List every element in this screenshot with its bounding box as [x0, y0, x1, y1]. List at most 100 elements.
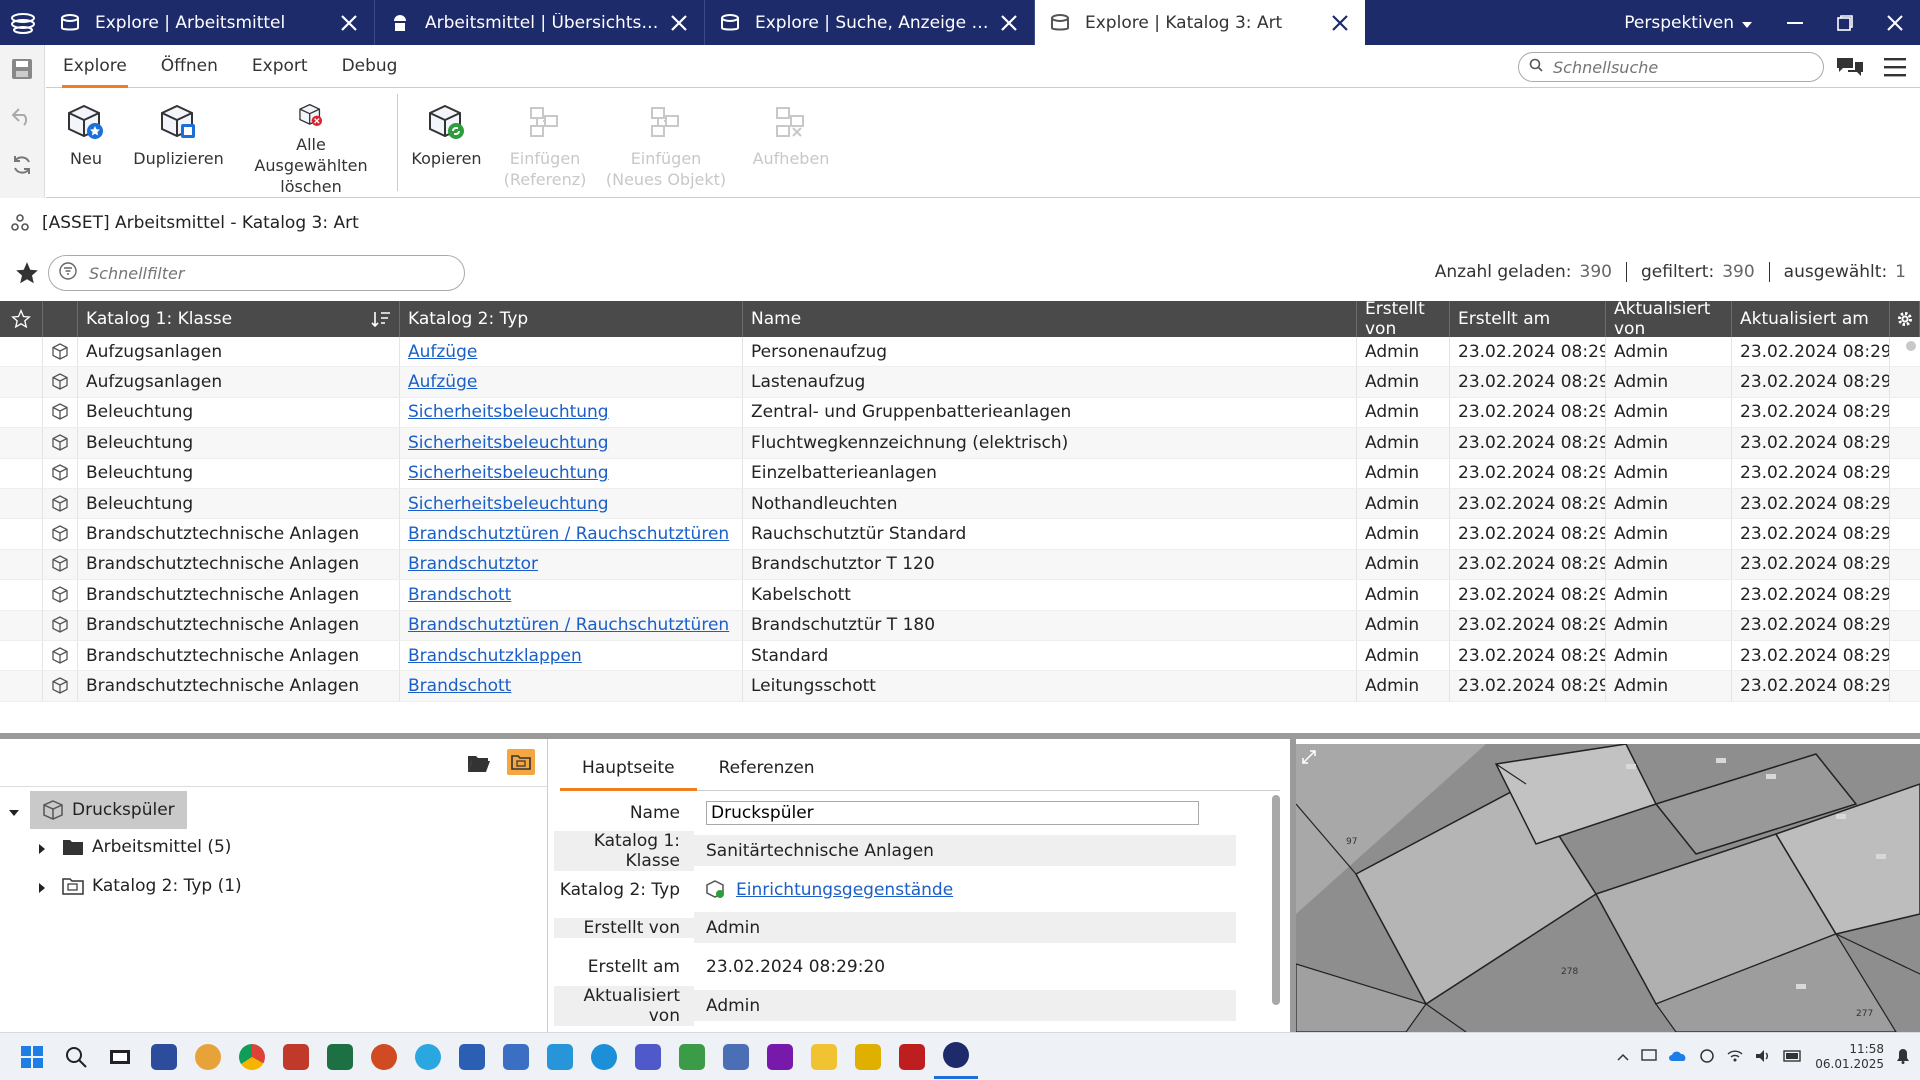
- onenote-icon[interactable]: [758, 1035, 802, 1079]
- table-row[interactable]: Beleuchtung Sicherheitsbeleuchtung Fluchtw…: [0, 428, 1920, 459]
- table-row[interactable]: Beleuchtung Sicherheitsbeleuchtung Zentral…: [0, 397, 1920, 429]
- quicksearch-input[interactable]: [1553, 57, 1803, 77]
- app-icon[interactable]: [714, 1035, 758, 1079]
- chat-icon[interactable]: [1835, 55, 1865, 79]
- star-icon[interactable]: [14, 260, 40, 286]
- close-icon[interactable]: [1329, 12, 1351, 34]
- close-icon[interactable]: [338, 12, 360, 34]
- k2-link[interactable]: Sicherheitsbeleuchtung: [408, 494, 609, 514]
- new-button[interactable]: Neu: [46, 88, 126, 197]
- map-view[interactable]: 97 278 277: [1296, 744, 1920, 1032]
- close-window-button[interactable]: [1870, 0, 1920, 45]
- k2-link[interactable]: Brandschutzklappen: [408, 646, 582, 666]
- expand-icon[interactable]: [1302, 750, 1316, 764]
- tray-app-icon[interactable]: [1641, 1048, 1657, 1066]
- onedrive-icon[interactable]: [1669, 1050, 1687, 1065]
- table-row[interactable]: Brandschutztechnische Anlagen Brandschott…: [0, 580, 1920, 611]
- maximize-button[interactable]: [1820, 0, 1870, 45]
- app-icon[interactable]: [582, 1035, 626, 1079]
- tree-root-node[interactable]: Druckspüler: [30, 791, 187, 829]
- favorite-cell[interactable]: [0, 458, 43, 488]
- favorite-cell[interactable]: [0, 488, 43, 519]
- paste-new-object-button[interactable]: Einfügen (Neues Objekt): [601, 88, 731, 197]
- app-icon[interactable]: [538, 1035, 582, 1079]
- chrome-icon[interactable]: [230, 1035, 274, 1079]
- taskbar-search-icon[interactable]: [54, 1035, 98, 1079]
- refresh-icon[interactable]: [0, 141, 44, 189]
- close-icon[interactable]: [668, 12, 690, 34]
- caret-down-icon[interactable]: [8, 807, 20, 819]
- k2-link[interactable]: Brandschutztor: [408, 554, 538, 574]
- caret-right-icon[interactable]: [36, 882, 48, 894]
- undo-icon[interactable]: [0, 93, 44, 141]
- caret-right-icon[interactable]: [36, 843, 48, 855]
- column-header-k1[interactable]: Katalog 1: Klasse: [78, 301, 400, 337]
- close-icon[interactable]: [998, 12, 1020, 34]
- app-icon[interactable]: [934, 1035, 978, 1079]
- k2-link[interactable]: Sicherheitsbeleuchtung: [408, 433, 609, 453]
- app-icon[interactable]: [846, 1035, 890, 1079]
- tab-debug[interactable]: Debug: [325, 45, 415, 88]
- table-row[interactable]: Brandschutztechnische Anlagen Brandschutz…: [0, 549, 1920, 581]
- sync-icon[interactable]: [1699, 1048, 1715, 1067]
- column-header-created-by[interactable]: Erstellt von: [1357, 299, 1450, 339]
- k2-link[interactable]: Einrichtungsgegenstände: [736, 880, 953, 900]
- tree-node-katalog2[interactable]: Katalog 2: Typ (1): [62, 876, 242, 896]
- k2-link[interactable]: Sicherheitsbeleuchtung: [408, 463, 609, 483]
- favorite-cell[interactable]: [0, 428, 43, 458]
- clock[interactable]: 11:58 06.01.2025: [1815, 1042, 1884, 1072]
- k2-link[interactable]: Brandschott: [408, 676, 511, 696]
- teams-icon[interactable]: [626, 1035, 670, 1079]
- table-row[interactable]: Beleuchtung Sicherheitsbeleuchtung Nothand…: [0, 488, 1920, 520]
- filezilla-icon[interactable]: [890, 1035, 934, 1079]
- favorite-cell[interactable]: [0, 610, 43, 640]
- task-view-icon[interactable]: [98, 1035, 142, 1079]
- start-button[interactable]: [10, 1035, 54, 1079]
- app-icon[interactable]: [494, 1035, 538, 1079]
- grid-scrollbar[interactable]: [1906, 341, 1916, 351]
- app-logo-icon[interactable]: [0, 0, 45, 45]
- word-icon[interactable]: [450, 1035, 494, 1079]
- tab-explore[interactable]: Explore: [46, 45, 144, 88]
- favorite-cell[interactable]: [0, 519, 43, 549]
- table-row[interactable]: Aufzugsanlagen Aufzüge Personenaufzug Admin…: [0, 337, 1920, 368]
- notification-bell-icon[interactable]: [1896, 1048, 1910, 1067]
- perspectives-dropdown[interactable]: Perspektiven: [1606, 0, 1770, 45]
- column-header-updated-by[interactable]: Aktualisiert von: [1606, 299, 1732, 339]
- favorite-cell[interactable]: [0, 549, 43, 580]
- app-icon[interactable]: [274, 1035, 318, 1079]
- favorite-cell[interactable]: [0, 397, 43, 428]
- tree-node-arbeitsmittel[interactable]: Arbeitsmittel (5): [62, 837, 231, 857]
- minimize-button[interactable]: [1770, 0, 1820, 45]
- k2-link[interactable]: Brandschutztüren / Rauchschutztüren: [408, 524, 729, 544]
- table-row[interactable]: Brandschutztechnische Anlagen Brandschutz…: [0, 610, 1920, 641]
- favorite-cell[interactable]: [0, 337, 43, 367]
- k2-link[interactable]: Aufzüge: [408, 372, 477, 392]
- powerpoint-icon[interactable]: [362, 1035, 406, 1079]
- tab-hauptseite[interactable]: Hauptseite: [560, 758, 697, 791]
- app-icon[interactable]: [406, 1035, 450, 1079]
- quickfilter-input[interactable]: [89, 263, 449, 283]
- detail-scrollbar[interactable]: [1272, 795, 1280, 1005]
- tab-oeffnen[interactable]: Öffnen: [144, 45, 235, 88]
- favorite-cell[interactable]: [0, 367, 43, 397]
- cancel-button[interactable]: Aufheben: [731, 88, 851, 197]
- battery-icon[interactable]: [1783, 1049, 1803, 1065]
- app-icon[interactable]: [142, 1035, 186, 1079]
- favorite-cell[interactable]: [0, 640, 43, 671]
- favorite-cell[interactable]: [0, 671, 43, 701]
- tab-export[interactable]: Export: [235, 45, 325, 88]
- hamburger-menu-icon[interactable]: [1884, 57, 1906, 77]
- column-header-updated-at[interactable]: Aktualisiert am: [1732, 301, 1890, 337]
- paste-reference-button[interactable]: Einfügen (Referenz): [489, 88, 601, 197]
- k2-link[interactable]: Aufzüge: [408, 342, 477, 362]
- k2-link[interactable]: Brandschutztüren / Rauchschutztüren: [408, 615, 729, 635]
- folder-open-icon[interactable]: [467, 752, 491, 774]
- tab-arbeitsmittel-uebersicht[interactable]: Arbeitsmittel | Übersichtsreiter: [375, 0, 705, 45]
- duplicate-button[interactable]: Duplizieren: [126, 88, 231, 197]
- copy-button[interactable]: Kopieren: [404, 88, 489, 197]
- table-row[interactable]: Aufzugsanlagen Aufzüge Lastenaufzug Admin 23…: [0, 367, 1920, 398]
- column-settings[interactable]: [1890, 301, 1920, 337]
- column-header-name[interactable]: Name: [743, 301, 1357, 337]
- tab-explore-katalog-3[interactable]: Explore | Katalog 3: Art: [1035, 0, 1365, 45]
